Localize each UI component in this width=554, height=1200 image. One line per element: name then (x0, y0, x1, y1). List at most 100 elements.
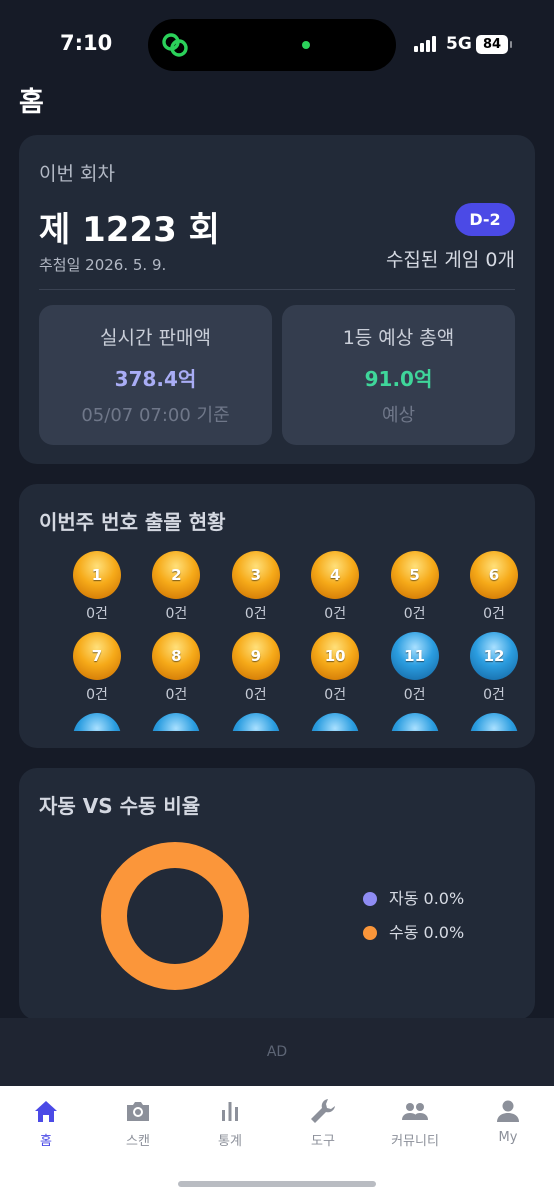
ball-item[interactable] (454, 713, 534, 731)
page-title: 홈 (19, 87, 44, 118)
divider (39, 289, 515, 290)
donut-ring (101, 842, 249, 990)
ball-item[interactable]: 9 0건 (216, 632, 296, 704)
tab-label: 커뮤니티 (391, 1134, 439, 1149)
ball-item[interactable] (295, 713, 375, 731)
lotto-ball: 12 (470, 632, 518, 680)
ball-item[interactable] (375, 713, 455, 731)
status-time: 7:10 (60, 31, 113, 55)
tab-label: 도구 (311, 1134, 335, 1149)
battery-cap (510, 41, 512, 48)
ball-count: 0건 (483, 687, 505, 703)
tab-my[interactable]: My (462, 1096, 554, 1145)
ball-item[interactable]: 2 0건 (136, 551, 216, 623)
ball-item[interactable]: 12 0건 (454, 632, 534, 704)
section-title: 자동 VS 수동 비율 (39, 794, 201, 818)
ball-item[interactable]: 4 0건 (295, 551, 375, 623)
lotto-ball: 1 (73, 551, 121, 599)
tab-label: My (498, 1130, 518, 1145)
ball-count: 0건 (86, 687, 108, 703)
sales-label: 실시간 판매액 (100, 327, 211, 349)
ball-item[interactable] (216, 713, 296, 731)
lotto-ball (470, 713, 518, 731)
home-indicator (178, 1181, 376, 1187)
lotto-ball: 2 (152, 551, 201, 599)
legend-dot (363, 892, 377, 906)
sales-timestamp: 05/07 07:00 기준 (81, 405, 230, 426)
network-type: 5G (446, 34, 472, 54)
first-prize-value: 91.0억 (364, 367, 433, 391)
lotto-ball: 3 (231, 551, 280, 599)
first-prize-box: 1등 예상 총액 91.0억 예상 (282, 305, 515, 445)
legend-item: 자동 0.0% (363, 888, 464, 922)
ball-item[interactable] (136, 713, 216, 731)
dday-badge: D-2 (455, 203, 515, 236)
bar-chart-icon (184, 1096, 276, 1126)
camera-icon (92, 1096, 184, 1126)
round-label: 이번 회차 (39, 163, 115, 185)
ball-item[interactable]: 3 0건 (216, 551, 296, 623)
games-collected: 수집된 게임 0개 (385, 249, 515, 271)
lotto-ball (231, 713, 280, 731)
home-icon (0, 1096, 92, 1126)
people-icon (369, 1096, 461, 1126)
ball-item[interactable]: 1 0건 (57, 551, 137, 623)
legend-item: 수동 0.0% (363, 922, 464, 956)
tab-home[interactable]: 홈 (0, 1096, 92, 1149)
lotto-ball (73, 713, 121, 731)
tab-scan[interactable]: 스캔 (92, 1096, 184, 1149)
tab-tools[interactable]: 도구 (277, 1096, 369, 1149)
ball-count: 0건 (403, 687, 426, 703)
legend-dot (363, 926, 377, 940)
tab-stats[interactable]: 통계 (184, 1096, 276, 1149)
activity-dot (302, 41, 310, 49)
ball-count: 0건 (244, 687, 267, 703)
realtime-sales-box: 실시간 판매액 378.4억 05/07 07:00 기준 (39, 305, 272, 445)
donut-chart (101, 842, 249, 990)
lotto-ball: 4 (311, 551, 360, 599)
lotto-ball: 10 (311, 632, 360, 680)
chart-legend: 자동 0.0% 수동 0.0% (363, 888, 464, 956)
lotto-ball: 8 (152, 632, 201, 680)
ball-count: 0건 (483, 606, 505, 622)
sales-value: 378.4억 (114, 367, 197, 391)
ball-item[interactable]: 11 0건 (375, 632, 455, 704)
lotto-ball (390, 713, 439, 731)
ad-banner[interactable]: AD (0, 1018, 554, 1086)
number-frequency-card: 이번주 번호 출몰 현황 1 0건 2 0건 3 0건 4 0건 5 0건 6 0건 7 0건 8 0건 9 0건… (19, 484, 535, 748)
lotto-ball: 7 (73, 632, 121, 680)
ball-count: 0건 (324, 687, 347, 703)
ball-grid[interactable]: 1 0건 2 0건 3 0건 4 0건 5 0건 6 0건 7 0건 8 0건 9 0건 10 0건 11 0건 12 0건 (19, 551, 535, 731)
ball-count: 0건 (86, 606, 108, 622)
person-icon (462, 1096, 554, 1126)
ball-item[interactable]: 10 0건 (295, 632, 375, 704)
ball-item[interactable]: 5 0건 (375, 551, 455, 623)
tab-label: 통계 (218, 1134, 242, 1149)
tab-community[interactable]: 커뮤니티 (369, 1096, 461, 1149)
ball-count: 0건 (324, 606, 347, 622)
lotto-ball: 11 (390, 632, 439, 680)
lotto-ball (152, 713, 201, 731)
legend-label: 자동 0.0% (389, 889, 465, 908)
link-app-icon (162, 33, 188, 57)
ball-item[interactable] (57, 713, 137, 731)
legend-label: 수동 0.0% (389, 923, 465, 942)
ball-item[interactable]: 8 0건 (136, 632, 216, 704)
section-title: 이번주 번호 출몰 현황 (39, 510, 226, 534)
first-prize-sub: 예상 (381, 405, 416, 426)
auto-manual-ratio-card: 자동 VS 수동 비율 자동 0.0% 수동 0.0% (19, 768, 535, 1020)
round-number: 제 1223 회 (39, 210, 220, 250)
draw-date: 추첨일 2026. 5. 9. (39, 256, 167, 274)
tab-label: 홈 (40, 1134, 52, 1149)
dynamic-island (148, 19, 396, 71)
ball-item[interactable]: 7 0건 (57, 632, 137, 704)
ball-item[interactable]: 6 0건 (454, 551, 534, 623)
ball-count: 0건 (165, 687, 188, 703)
tab-label: 스캔 (126, 1134, 150, 1149)
first-prize-label: 1등 예상 총액 (342, 327, 455, 349)
lotto-ball: 9 (231, 632, 280, 680)
ball-count: 0건 (165, 606, 188, 622)
wrench-icon (277, 1096, 369, 1126)
ball-count: 0건 (244, 606, 267, 622)
status-bar: 7:10 5G 84 (0, 0, 554, 82)
